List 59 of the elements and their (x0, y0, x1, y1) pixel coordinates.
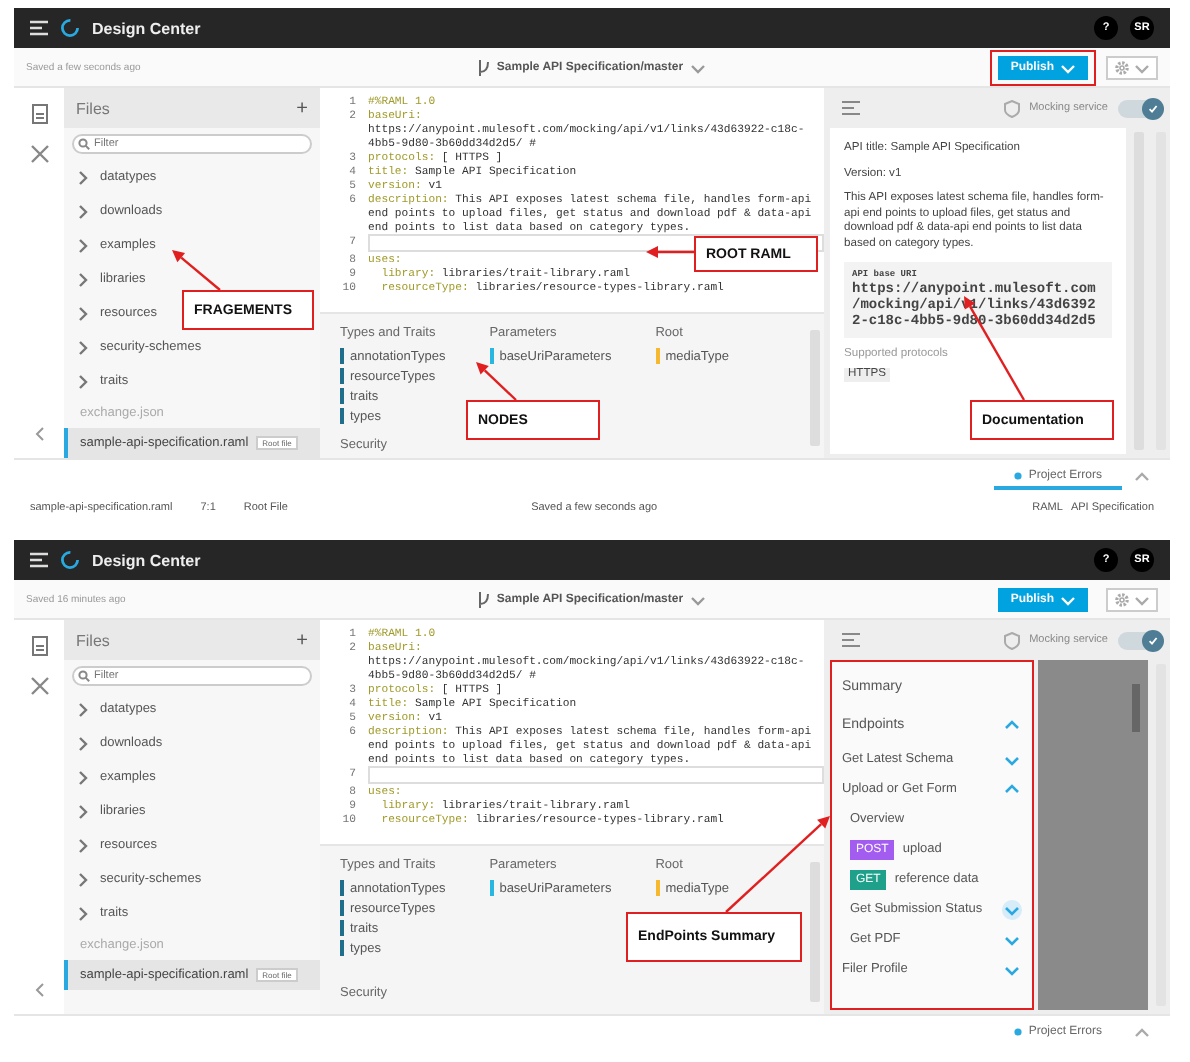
scrollbar[interactable] (810, 330, 820, 446)
check-icon (1148, 635, 1158, 645)
logo-icon (60, 550, 80, 570)
document-icon[interactable] (31, 636, 47, 656)
gear-icon (1114, 59, 1130, 75)
chevron-icon (689, 59, 706, 75)
gear-icon (1114, 591, 1130, 607)
logo-icon (60, 18, 80, 38)
mocking-toggle[interactable] (1118, 631, 1162, 649)
chevron-icon (1134, 59, 1150, 75)
search-icon (78, 138, 90, 150)
tools-icon[interactable] (29, 144, 49, 164)
annotation-arrow (476, 362, 517, 401)
chevron-icon (76, 837, 92, 853)
chevron-icon (1134, 470, 1150, 486)
chevron-icon (76, 905, 92, 921)
app-title: Design Center (92, 551, 201, 569)
chevron-icon[interactable] (1002, 899, 1022, 919)
settings-button[interactable] (1106, 587, 1158, 611)
chevron-icon (76, 373, 92, 389)
search-icon (78, 670, 90, 682)
chevron-icon (76, 169, 92, 185)
status-dot-icon (1014, 472, 1023, 480)
branch-icon (478, 591, 491, 607)
shield-icon (1003, 99, 1020, 117)
check-icon (1148, 103, 1158, 113)
annotation-arrow (172, 250, 221, 291)
chevron-icon (76, 735, 92, 751)
mocking-toggle[interactable] (1118, 99, 1162, 117)
panel-title: Files (76, 631, 110, 649)
scrollbar[interactable] (810, 862, 820, 1002)
chevron-icon (76, 237, 92, 253)
chevron-icon (76, 701, 92, 717)
scrollbar[interactable] (1132, 684, 1140, 732)
chevron-icon (76, 871, 92, 887)
chevron-icon (1134, 1026, 1150, 1042)
collapse-icon[interactable] (33, 426, 45, 442)
chevron-icon (76, 803, 92, 819)
document-icon[interactable] (31, 104, 47, 124)
add-file-button[interactable]: + (296, 97, 308, 119)
chevron-icon (76, 271, 92, 287)
panel-title: Files (76, 99, 110, 117)
app-title: Design Center (92, 19, 201, 37)
shield-icon (1003, 631, 1020, 649)
annotation-arrow (646, 246, 694, 258)
collapse-icon[interactable] (33, 982, 45, 998)
chevron-icon (76, 203, 92, 219)
add-file-button[interactable]: + (296, 629, 308, 651)
chevron-icon (76, 769, 92, 785)
branch-icon (478, 59, 491, 75)
chevron-icon (1060, 591, 1076, 607)
chevron-icon (1060, 59, 1076, 75)
chevron-icon (1134, 591, 1150, 607)
chevron-icon (76, 305, 92, 321)
chevron-icon (689, 591, 706, 607)
chevron-icon (76, 339, 92, 355)
settings-button[interactable] (1106, 55, 1158, 79)
tools-icon[interactable] (29, 676, 49, 696)
status-dot-icon (1014, 1028, 1023, 1036)
